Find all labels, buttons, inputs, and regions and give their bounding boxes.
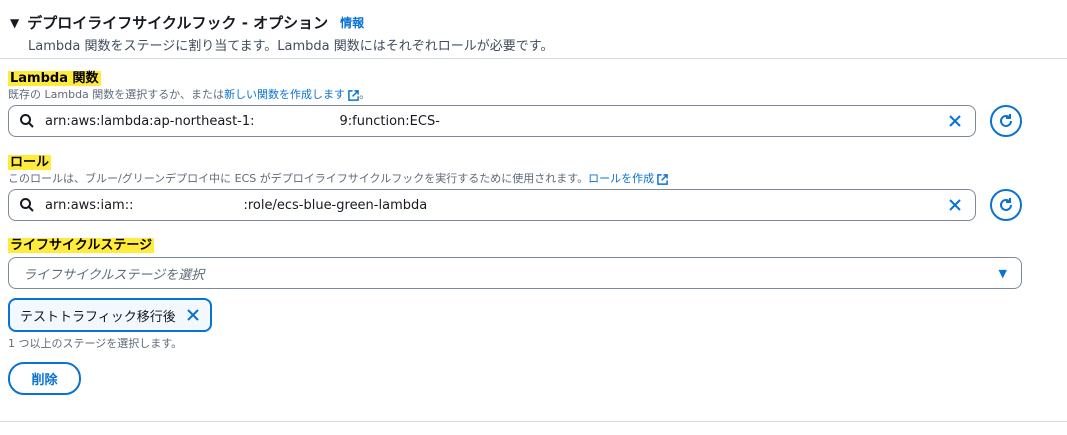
stage-hint: 1 つ以上のステージを選択します。 [8,337,183,350]
create-role-link[interactable]: ロールを作成 [588,172,654,185]
caret-down-icon[interactable]: ▼ [10,16,19,30]
refresh-lambda-button[interactable] [990,105,1022,137]
search-icon [20,198,34,212]
stage-placeholder: ライフサイクルステージを選択 [23,267,205,283]
stage-label: ライフサイクルステージ [8,238,155,253]
info-link[interactable]: 情報 [340,14,364,31]
lifecycle-stage-select[interactable]: ライフサイクルステージを選択 ▼ [8,257,1022,289]
role-label: ロール [8,155,52,170]
section-header[interactable]: ▼ デプロイライフサイクルフック - オプション 情報 [10,12,364,33]
token-label: テストトラフィック移行後 [20,309,176,325]
create-function-link[interactable]: 新しい関数を作成します [224,88,345,101]
external-link-icon [657,173,668,185]
external-link-icon [348,89,359,101]
divider [0,421,1067,422]
lambda-function-input[interactable]: arn:aws:lambda:ap-northeast-1: 9:function… [8,105,976,137]
search-icon [20,114,34,128]
lambda-label: Lambda 関数 [8,71,101,86]
refresh-icon [1000,198,1012,211]
divider [0,58,1067,59]
role-hint: このロールは、ブルー/グリーンデプロイ中に ECS がデプロイライフサイクルフッ… [8,170,668,186]
redacted-area [133,198,244,212]
clear-icon[interactable] [947,113,963,129]
lambda-function-value: arn:aws:lambda:ap-northeast-1: 9:function… [45,113,440,129]
redacted-area [254,114,340,128]
delete-button[interactable]: 削除 [8,362,81,395]
remove-token-icon[interactable] [186,308,200,322]
lambda-hint: 既存の Lambda 関数を選択するか、または新しい関数を作成します。 [8,88,371,101]
role-input[interactable]: arn:aws:iam:::role/ecs-blue-green-lambda [8,189,976,221]
role-value: arn:aws:iam:::role/ecs-blue-green-lambda [45,197,428,213]
section-description: Lambda 関数をステージに割り当てます。Lambda 関数にはそれぞれロール… [28,39,554,54]
section-title: デプロイライフサイクルフック - オプション [27,14,329,32]
selected-stage-token[interactable]: テストトラフィック移行後 [8,298,212,332]
clear-icon[interactable] [947,197,963,213]
refresh-icon [1000,114,1012,127]
refresh-role-button[interactable] [990,189,1022,221]
dropdown-caret-icon: ▼ [998,266,1007,280]
